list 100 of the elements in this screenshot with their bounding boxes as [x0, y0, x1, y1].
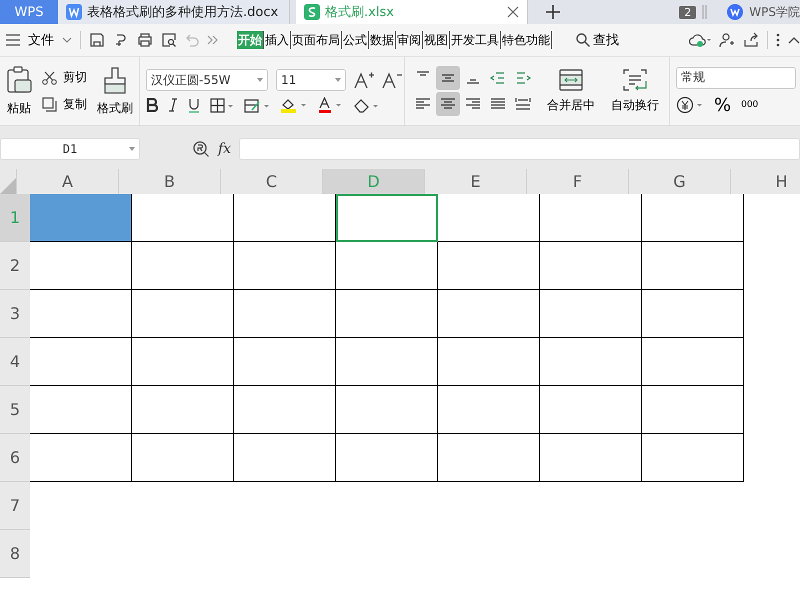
row-header[interactable]: 4 — [0, 338, 30, 386]
table-cell[interactable] — [30, 386, 132, 434]
share-icon[interactable] — [743, 32, 759, 48]
merge-center-button[interactable]: 合并居中 — [543, 68, 599, 114]
table-cell[interactable] — [438, 386, 540, 434]
table-cell[interactable] — [642, 242, 744, 290]
bold-icon[interactable] — [146, 98, 158, 112]
table-cell[interactable] — [336, 242, 438, 290]
function-button[interactable]: fx — [218, 141, 232, 157]
row-header[interactable]: 3 — [0, 290, 30, 338]
file-menu[interactable]: 文件 — [28, 31, 54, 49]
name-box[interactable]: D1 — [0, 138, 140, 160]
table-cell[interactable] — [132, 194, 234, 242]
document-tab[interactable]: 表格格式刷的多种使用方法.docx — [58, 0, 290, 24]
column-header[interactable]: H — [731, 169, 800, 194]
zoom-icon[interactable] — [192, 140, 210, 158]
menu-icon[interactable] — [6, 34, 20, 46]
table-cell[interactable] — [132, 290, 234, 338]
eraser-icon[interactable] — [354, 98, 380, 112]
print-icon[interactable] — [137, 32, 153, 48]
ribbon-tab[interactable]: 开发工具 — [450, 31, 501, 49]
thousands-button[interactable]: 000 — [741, 100, 758, 110]
ribbon-tab[interactable]: 特色功能 — [501, 31, 552, 49]
table-cell[interactable] — [540, 242, 642, 290]
font-size-dropdown[interactable]: 11 — [276, 69, 346, 91]
cell-style-icon[interactable] — [244, 98, 270, 112]
table-cell[interactable] — [336, 290, 438, 338]
ribbon-tab[interactable]: 公式 — [342, 31, 369, 49]
collapse-icon[interactable] — [788, 36, 800, 44]
number-format-dropdown[interactable]: 常规 — [676, 66, 796, 88]
more-icon[interactable] — [207, 35, 219, 45]
save-icon[interactable] — [89, 32, 105, 48]
table-cell[interactable] — [336, 386, 438, 434]
table-cell[interactable] — [234, 194, 336, 242]
column-header[interactable]: F — [527, 169, 629, 194]
formula-input[interactable] — [239, 138, 800, 160]
table-cell[interactable] — [438, 434, 540, 482]
new-tab-icon[interactable] — [546, 5, 560, 19]
underline-icon[interactable] — [188, 98, 200, 112]
table-cell[interactable] — [336, 338, 438, 386]
font-name-dropdown[interactable]: 汉仪正圆-55W — [146, 69, 268, 91]
kebab-icon[interactable] — [776, 33, 780, 47]
row-header[interactable]: 5 — [0, 386, 30, 434]
cloud-icon[interactable] — [689, 33, 711, 47]
table-cell[interactable] — [642, 290, 744, 338]
table-cell[interactable] — [642, 386, 744, 434]
column-header[interactable]: E — [425, 169, 527, 194]
table-cell[interactable] — [234, 434, 336, 482]
table-cell[interactable] — [132, 242, 234, 290]
table-cell[interactable] — [234, 290, 336, 338]
home-tab[interactable]: WPS — [0, 0, 58, 24]
column-header[interactable]: G — [629, 169, 731, 194]
add-user-icon[interactable] — [719, 32, 735, 48]
font-color-icon[interactable] — [318, 97, 344, 113]
table-cell[interactable] — [540, 338, 642, 386]
table-cell[interactable] — [540, 434, 642, 482]
borders-icon[interactable] — [210, 98, 234, 112]
fill-color-icon[interactable] — [280, 97, 308, 113]
column-header[interactable]: B — [119, 169, 221, 194]
row-header[interactable]: 2 — [0, 242, 30, 290]
ribbon-tab[interactable]: 插入 — [264, 31, 291, 49]
chevron-icon[interactable] — [62, 37, 72, 43]
table-cell[interactable] — [336, 434, 438, 482]
ribbon-tab[interactable]: 审阅 — [396, 31, 423, 49]
table-cell[interactable] — [30, 434, 132, 482]
table-cell[interactable] — [540, 290, 642, 338]
table-cell[interactable] — [234, 338, 336, 386]
table-cell[interactable] — [642, 194, 744, 242]
percent-button[interactable]: % — [714, 94, 732, 116]
wrap-text-button[interactable]: 自动换行 — [607, 68, 663, 114]
table-cell[interactable] — [438, 242, 540, 290]
table-cell[interactable] — [438, 194, 540, 242]
print-preview-icon[interactable] — [161, 32, 177, 48]
table-cell[interactable] — [642, 434, 744, 482]
table-cell[interactable] — [234, 386, 336, 434]
align-middle-icon[interactable] — [436, 66, 460, 90]
table-cell[interactable] — [234, 242, 336, 290]
decrease-font-icon[interactable] — [382, 71, 402, 89]
ribbon-tab[interactable]: 视图 — [423, 31, 450, 49]
column-header[interactable]: A — [17, 169, 119, 194]
format-painter-button[interactable]: 格式刷 — [95, 64, 135, 118]
row-header[interactable]: 6 — [0, 434, 30, 482]
active-cell[interactable] — [336, 194, 438, 242]
table-cell[interactable] — [132, 434, 234, 482]
close-icon[interactable] — [507, 6, 519, 18]
window-count-badge[interactable]: 2 — [679, 6, 696, 18]
row-header[interactable]: 7 — [0, 482, 30, 530]
align-center-icon[interactable] — [436, 92, 460, 116]
paste-button[interactable]: 粘贴 — [4, 64, 34, 118]
filled-cell[interactable] — [30, 194, 132, 242]
table-cell[interactable] — [540, 194, 642, 242]
cut-button[interactable]: 剪切 — [40, 67, 89, 88]
table-cell[interactable] — [30, 338, 132, 386]
search-button[interactable]: 查找 — [570, 30, 625, 50]
table-cell[interactable] — [540, 386, 642, 434]
column-header[interactable]: C — [221, 169, 323, 194]
increase-font-icon[interactable] — [354, 71, 374, 89]
table-cell[interactable] — [438, 338, 540, 386]
copy-button[interactable]: 复制 — [40, 94, 89, 115]
account-button[interactable]: WPS学院 — [713, 4, 800, 20]
